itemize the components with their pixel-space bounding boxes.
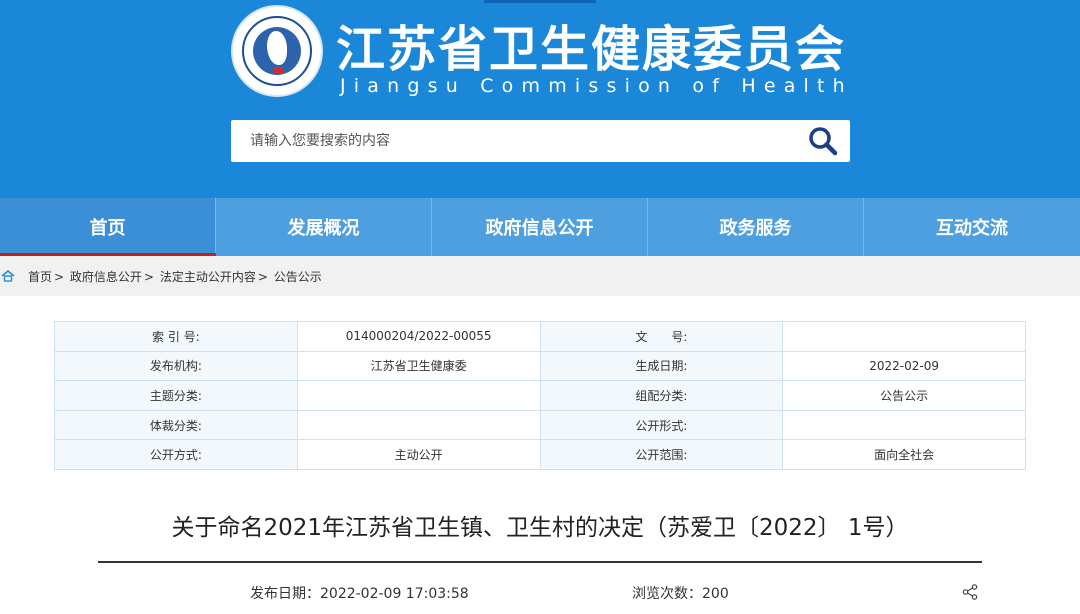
publish-date-label: 发布日期： (250, 586, 320, 602)
view-count: 浏览次数：200 (632, 583, 729, 603)
group-value: 公告公示 (782, 380, 1026, 411)
publish-form-value (782, 409, 1026, 441)
nav-item-home[interactable]: 首页 (0, 198, 216, 256)
article-title: 关于命名2021年江苏省卫生镇、卫生村的决定（苏爱卫〔2022〕 1号） (171, 515, 909, 541)
generated-date-value: 2022-02-09 (782, 350, 1026, 382)
breadcrumb-notices[interactable]: 公告公示 (274, 270, 322, 284)
genre-value (296, 409, 541, 441)
doc-no-value (782, 321, 1026, 352)
site-subtitle: Jiangsu Commission of Health (340, 75, 853, 97)
publish-form-label: 公开形式: (539, 409, 784, 441)
publish-scope-value: 面向全社会 (782, 439, 1026, 470)
info-table: 索 引 号: 014000204/2022-00055 文 号: 发布机构: 江… (54, 321, 1026, 470)
site-title: 江苏省卫生健康委员会 (336, 21, 847, 78)
search-input[interactable] (231, 120, 791, 162)
topic-label: 主题分类: (54, 380, 298, 411)
nav-item-gov-info[interactable]: 政府信息公开 (432, 198, 648, 256)
breadcrumb-home[interactable]: 首页 (28, 270, 52, 284)
index-no-label: 索 引 号: (54, 321, 298, 352)
publisher-label: 发布机构: (54, 350, 298, 382)
doc-no-label: 文 号: (539, 321, 784, 352)
publisher-value: 江苏省卫生健康委 (296, 350, 541, 382)
breadcrumb-gov-info[interactable]: 政府信息公开 (70, 270, 142, 284)
share-icon (962, 584, 978, 600)
group-label: 组配分类: (539, 380, 784, 411)
publish-date-value: 2022-02-09 17:03:58 (320, 586, 469, 602)
topic-value (296, 380, 541, 411)
table-row: 发布机构: 江苏省卫生健康委 生成日期: 2022-02-09 (54, 350, 1026, 382)
title-divider (98, 561, 982, 563)
table-row: 索 引 号: 014000204/2022-00055 文 号: (54, 321, 1026, 352)
index-no-value: 014000204/2022-00055 (296, 321, 541, 352)
search-box (231, 120, 850, 162)
publish-date: 发布日期：2022-02-09 17:03:58 (250, 583, 469, 603)
breadcrumb-statutory[interactable]: 法定主动公开内容 (160, 270, 256, 284)
publish-method-value: 主动公开 (296, 439, 541, 470)
view-count-value: 200 (702, 586, 729, 602)
breadcrumb: 首页 > 政府信息公开 > 法定主动公开内容 > 公告公示 (0, 256, 1080, 296)
site-header: 江苏省卫生健康委员会 Jiangsu Commission of Health (0, 0, 1080, 198)
breadcrumb-separator: > (257, 269, 268, 284)
publish-scope-label: 公开范围: (539, 439, 784, 470)
emblem-logo[interactable] (231, 5, 323, 97)
home-icon (1, 270, 15, 282)
genre-label: 体裁分类: (54, 409, 298, 441)
nav-item-interaction[interactable]: 互动交流 (864, 198, 1080, 256)
breadcrumb-separator: > (54, 269, 65, 284)
main-nav: 首页 发展概况 政府信息公开 政务服务 互动交流 (0, 198, 1080, 256)
search-button[interactable] (806, 124, 840, 158)
table-row: 主题分类: 组配分类: 公告公示 (54, 380, 1026, 411)
share-button[interactable] (962, 584, 978, 600)
view-count-label: 浏览次数： (632, 586, 702, 602)
generated-date-label: 生成日期: (539, 350, 784, 382)
nav-item-services[interactable]: 政务服务 (648, 198, 864, 256)
table-row: 公开方式: 主动公开 公开范围: 面向全社会 (54, 439, 1026, 470)
table-row: 体裁分类: 公开形式: (54, 409, 1026, 441)
top-accent-bar (484, 0, 596, 3)
breadcrumb-separator: > (143, 269, 154, 284)
publish-method-label: 公开方式: (54, 439, 298, 470)
nav-item-overview[interactable]: 发展概况 (216, 198, 432, 256)
search-icon (809, 127, 838, 156)
